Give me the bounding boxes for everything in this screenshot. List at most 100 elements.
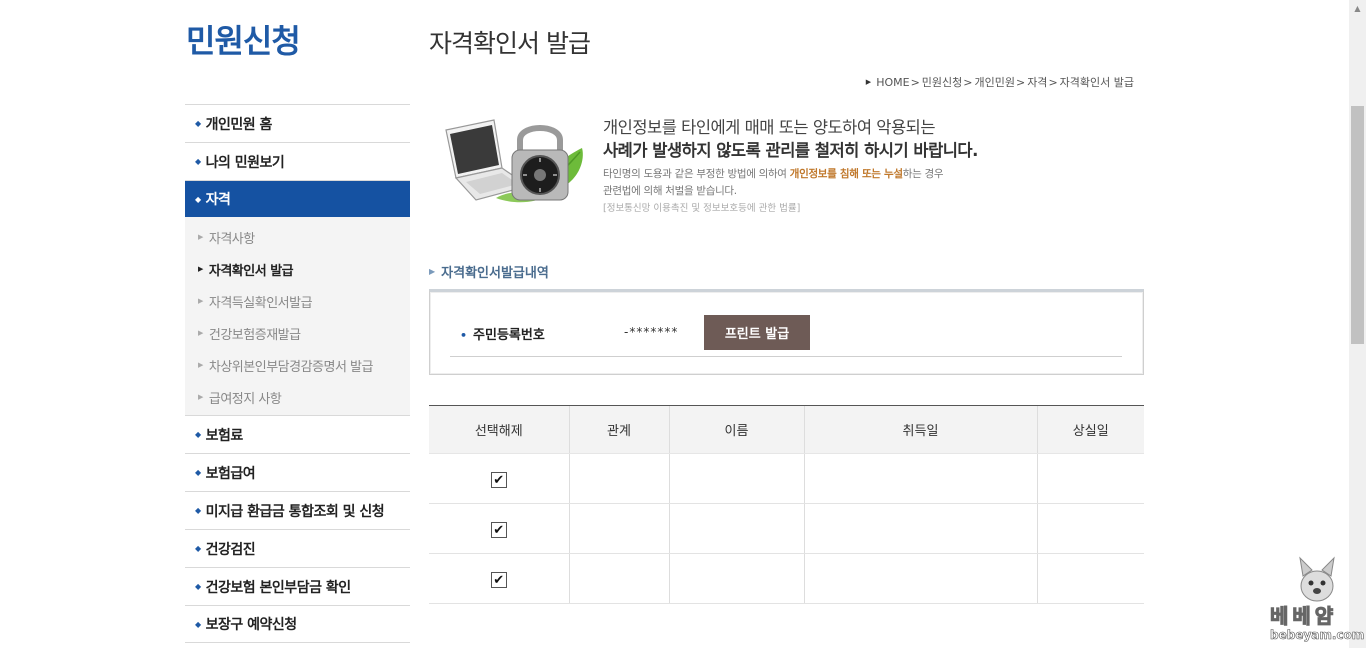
breadcrumb-item[interactable]: 민원신청 [922,74,962,90]
triangle-right-icon: ▶ [198,265,203,273]
sidebar-item-label: 보장구 예약신청 [205,617,298,633]
sidebar-item-device-reservation[interactable]: ◆ 보장구 예약신청 [185,605,410,643]
sidebar-item-qualification[interactable]: ◆ 자격 [185,180,410,217]
table-header-row: 선택해제 관계 이름 취득일 상실일 [429,405,1144,454]
notice-highlight: 개인정보를 침해 또는 누설 [789,168,903,180]
submenu-item-benefit-suspension[interactable]: ▶ 급여정지 사항 [185,381,410,413]
name-cell [668,553,804,604]
page: 민원신청 ◆ 개인민원 홈 ◆ 나의 민원보기 ◆ 자격 ▶ 자격사항 ▶ 자격… [0,0,1366,648]
breadcrumb-item[interactable]: 개인민원 [974,74,1014,90]
table-row: ✔ [429,503,1144,554]
submenu-item-certificate-issue[interactable]: ▶ 자격확인서 발급 [185,253,410,285]
name-cell [668,503,804,554]
triangle-right-icon: ▶ [198,393,203,401]
privacy-notice: 개인정보를 타인에게 매매 또는 양도하여 악용되는 사례가 발생하지 않도록 … [436,112,996,222]
triangle-right-icon: ▶ [429,267,436,276]
diamond-bullet-icon: ◆ [195,430,201,439]
notice-law-reference: [정보통신망 이용촉진 및 정보보호등에 관한 법률] [603,203,801,214]
diamond-bullet-icon: ◆ [195,544,201,553]
checkmark-icon: ✔ [493,572,505,588]
select-cell: ✔ [429,553,569,604]
sidebar-item-label: 미지급 환급금 통합조회 및 신청 [205,503,385,520]
acquired-cell [803,503,1037,554]
sidebar-submenu: ▶ 자격사항 ▶ 자격확인서 발급 ▶ 자격득실확인서발급 ▶ 건강보험증재발급… [185,217,410,415]
name-cell [668,453,804,504]
issuance-table: 선택해제 관계 이름 취득일 상실일 ✔ ✔ ✔ [429,405,1144,604]
breadcrumb-item[interactable]: 자격 [1027,74,1047,90]
scroll-up-arrow-icon[interactable]: ▲ [1349,0,1366,17]
lost-cell [1036,553,1144,604]
triangle-right-icon: ▶ [198,361,203,369]
sidebar-item-benefits[interactable]: ◆ 보험급여 [185,453,410,491]
checkmark-icon: ✔ [493,472,505,488]
notice-heading: 개인정보를 타인에게 매매 또는 양도하여 악용되는 사례가 발생하지 않도록 … [603,116,978,162]
sidebar-item-label: 보험료 [205,427,244,444]
section-title-label: 자격확인서발급내역 [441,266,549,281]
sidebar-item-personal-home[interactable]: ◆ 개인민원 홈 [185,104,410,142]
lost-cell [1036,503,1144,554]
diamond-bullet-icon: ◆ [195,157,201,166]
sidebar-item-health-checkup[interactable]: ◆ 건강검진 [185,529,410,567]
id-label: • 주민등록번호 [460,324,545,343]
diamond-bullet-icon: ◆ [195,619,201,629]
acquired-cell [803,553,1037,604]
diamond-bullet-icon: ◆ [195,119,201,128]
submenu-item-label: 자격확인서 발급 [208,263,294,279]
sidebar-item-copayment-check[interactable]: ◆ 건강보험 본인부담금 확인 [185,567,410,605]
watermark-url: bebeyam.com [1270,628,1365,643]
column-header-deselect[interactable]: 선택해제 [429,405,569,454]
notice-body-text: 하는 경우 [902,168,944,180]
sidebar-menu: ◆ 개인민원 홈 ◆ 나의 민원보기 ◆ 자격 ▶ 자격사항 ▶ 자격확인서 발… [185,104,410,643]
watermark: 베베얌 bebeyam.com [1269,556,1365,646]
scroll-thumb[interactable] [1351,106,1364,344]
row-checkbox[interactable]: ✔ [490,572,507,589]
id-row: • 주민등록번호 -******* 프린트 발급 [450,312,1122,357]
breadcrumb-home[interactable]: HOME [876,76,909,89]
submenu-item-card-reissue[interactable]: ▶ 건강보험증재발급 [185,317,410,349]
vertical-scrollbar[interactable]: ▲ [1349,0,1366,648]
table-row: ✔ [429,553,1144,604]
print-issue-button[interactable]: 프린트 발급 [704,315,810,350]
triangle-right-icon: ▶ [198,233,203,241]
submenu-item-label: 차상위본인부담경감증명서 발급 [208,359,374,375]
acquired-cell [803,453,1037,504]
sidebar-item-label: 보험급여 [205,465,256,482]
sidebar-item-label: 자격 [205,192,231,208]
select-cell: ✔ [429,503,569,554]
column-header-lost-date: 상실일 [1036,405,1144,454]
diamond-bullet-icon: ◆ [195,468,201,477]
checkmark-icon: ✔ [493,522,505,538]
sidebar-item-label: 개인민원 홈 [205,116,273,133]
id-info-box: • 주민등록번호 -******* 프린트 발급 [429,289,1144,375]
row-checkbox[interactable]: ✔ [490,472,507,489]
id-value: -******* [624,325,679,339]
row-checkbox[interactable]: ✔ [490,522,507,539]
sidebar-item-unpaid-refund[interactable]: ◆ 미지급 환급금 통합조회 및 신청 [185,491,410,529]
diamond-bullet-icon: ◆ [195,194,201,204]
submenu-item-reduction-certificate[interactable]: ▶ 차상위본인부담경감증명서 발급 [185,349,410,381]
page-title: 자격확인서 발급 [429,29,591,58]
submenu-item-qualification-details[interactable]: ▶ 자격사항 [185,221,410,253]
notice-heading-line1: 개인정보를 타인에게 매매 또는 양도하여 악용되는 [603,118,936,137]
bullet-dot-icon: • [460,329,468,342]
sidebar-item-label: 건강보험 본인부담금 확인 [205,579,351,596]
select-cell: ✔ [429,453,569,504]
submenu-item-label: 건강보험증재발급 [208,327,301,343]
sidebar-item-premium[interactable]: ◆ 보험료 [185,415,410,453]
laptop-padlock-icon [445,119,583,203]
breadcrumb-current: 자격확인서 발급 [1059,76,1134,89]
column-header-name: 이름 [668,405,804,454]
sidebar-item-label: 건강검진 [205,541,256,558]
section-title: ▶ 자격확인서발급내역 [429,262,549,281]
sidebar-title: 민원신청 [186,22,301,60]
sidebar-item-label: 나의 민원보기 [205,154,285,171]
triangle-right-icon: ▶ [865,78,872,86]
id-label-text: 주민등록번호 [473,328,545,343]
submenu-item-label: 급여정지 사항 [208,391,282,407]
sidebar-item-my-requests[interactable]: ◆ 나의 민원보기 [185,142,410,180]
triangle-right-icon: ▶ [198,297,203,305]
diamond-bullet-icon: ◆ [195,582,201,591]
notice-body-line2: 관련법에 의해 처벌을 받습니다. [603,185,737,197]
submenu-item-gain-loss-certificate[interactable]: ▶ 자격득실확인서발급 [185,285,410,317]
triangle-right-icon: ▶ [198,329,203,337]
